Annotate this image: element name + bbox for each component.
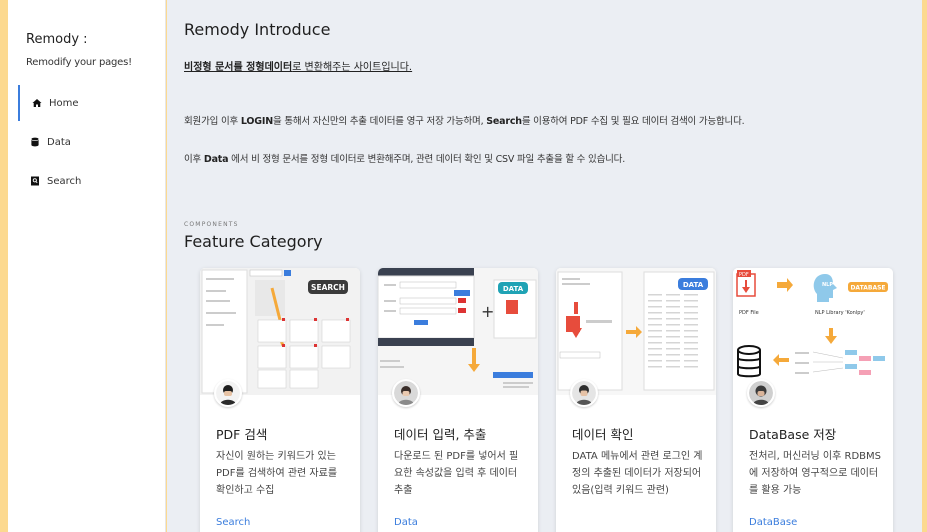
feature-category-title: Feature Category: [184, 232, 323, 251]
search-keyword: Search: [486, 116, 522, 127]
avatar: [392, 379, 420, 407]
card-badge: DATA: [503, 285, 524, 293]
main-content: Remody Introduce 비정형 문서를 정형데이터로 변환해주는 사이…: [167, 0, 922, 532]
card-thumbnail: PDF PDF File NLP DATABASE NLP Library 'K…: [733, 268, 893, 395]
card-thumbnail: + DATA: [378, 268, 538, 395]
intro-description: 비정형 문서를 정형데이터로 변환해주는 사이트입니다.: [184, 58, 412, 73]
search-book-icon: [30, 176, 40, 186]
card-badge: DATA: [683, 281, 704, 289]
svg-text:+: +: [481, 302, 494, 321]
card-title: DataBase 저장: [749, 427, 837, 442]
pdf-file-tag: PDF: [739, 272, 749, 278]
text: 이후: [184, 154, 204, 165]
text: 에서 비 정형 문서를 정형 데이터로 변환해주며, 관련 데이터 확인 및 C…: [228, 154, 626, 165]
card-text: 자신이 원하는 키워드가 있는 PDF를 검색하여 관련 자료를 확인하고 수집: [216, 451, 338, 496]
avatar: [747, 379, 775, 407]
text: 을 통해서 자신만의 추출 데이터를 영구 저장 가능하며,: [272, 116, 487, 127]
card-thumbnail: SEARCH: [200, 268, 360, 395]
card-link-data[interactable]: Data: [394, 517, 418, 528]
sidebar-item-label: Home: [49, 97, 79, 109]
card-title: 데이터 입력, 추출: [394, 427, 487, 442]
card-text: 다운로드 된 PDF를 넣어서 필요한 속성값을 입력 후 데이터 추출: [394, 451, 519, 496]
avatar: [214, 379, 242, 407]
data-keyword: Data: [203, 154, 229, 165]
database-icon: [30, 137, 40, 147]
card-badge: SEARCH: [311, 283, 345, 292]
nlp-label: NLP: [822, 282, 833, 288]
card-title: PDF 검색: [216, 427, 268, 442]
card-title: 데이터 확인: [572, 427, 634, 442]
login-keyword: LOGIN: [240, 116, 273, 127]
text: 회원가입 이후: [184, 116, 241, 127]
card-badge: DATABASE: [850, 285, 885, 292]
avatar: [570, 379, 598, 407]
card-link-database[interactable]: DataBase: [749, 517, 797, 528]
sidebar-item-data[interactable]: Data: [18, 124, 166, 160]
brand-subtitle: Remodify your pages!: [26, 57, 132, 68]
sidebar-item-search[interactable]: Search: [18, 163, 166, 199]
components-label: COMPONENTS: [184, 221, 239, 228]
feature-card-data-check: DATA 데이터 확인 DATA 메뉴에서 관련 로그인 계정의 추출된 데이터…: [556, 268, 716, 532]
nlp-library-caption: NLP Library 'Konlpy': [815, 310, 865, 316]
sidebar: Remody : Remodify your pages! Home Data …: [8, 0, 166, 532]
sidebar-item-label: Data: [47, 136, 71, 148]
text: 를 이용하여 PDF 수집 및 필요 데이터 검색이 가능합니다.: [521, 116, 745, 127]
feature-card-database: PDF PDF File NLP DATABASE NLP Library 'K…: [733, 268, 893, 532]
intro-line-2: 이후 Data 에서 비 정형 문서를 정형 데이터로 변환해주며, 관련 데이…: [184, 151, 625, 165]
sidebar-item-label: Search: [47, 175, 82, 187]
card-thumbnail: DATA: [556, 268, 716, 395]
intro-title: Remody Introduce: [184, 20, 331, 39]
card-text: DATA 메뉴에서 관련 로그인 계정의 추출된 데이터가 저장되어 있음(입력…: [572, 451, 703, 496]
card-text: 전처리, 머신러닝 이후 RDBMS에 저장하여 영구적으로 데이터를 활용 가…: [749, 451, 881, 496]
pdf-file-caption: PDF File: [739, 310, 759, 316]
feature-card-data-input: + DATA 데이터 입력, 추출 다운로드 된 PDF를 넣어서 필요한 속성…: [378, 268, 538, 532]
feature-card-pdf-search: SEARCH PDF 검색 자신이 원하는 키워드가 있는 PDF를 검색하여 …: [200, 268, 360, 532]
intro-desc-bold: 비정형 문서를 정형데이터: [184, 62, 293, 73]
sidebar-item-home[interactable]: Home: [18, 85, 166, 121]
home-icon: [32, 98, 42, 108]
card-link-search[interactable]: Search: [216, 517, 250, 528]
intro-desc-rest: 로 변환해주는 사이트입니다.: [292, 62, 413, 73]
brand-title: Remody :: [26, 32, 88, 47]
intro-line-1: 회원가입 이후 LOGIN을 통해서 자신만의 추출 데이터를 영구 저장 가능…: [184, 113, 745, 127]
